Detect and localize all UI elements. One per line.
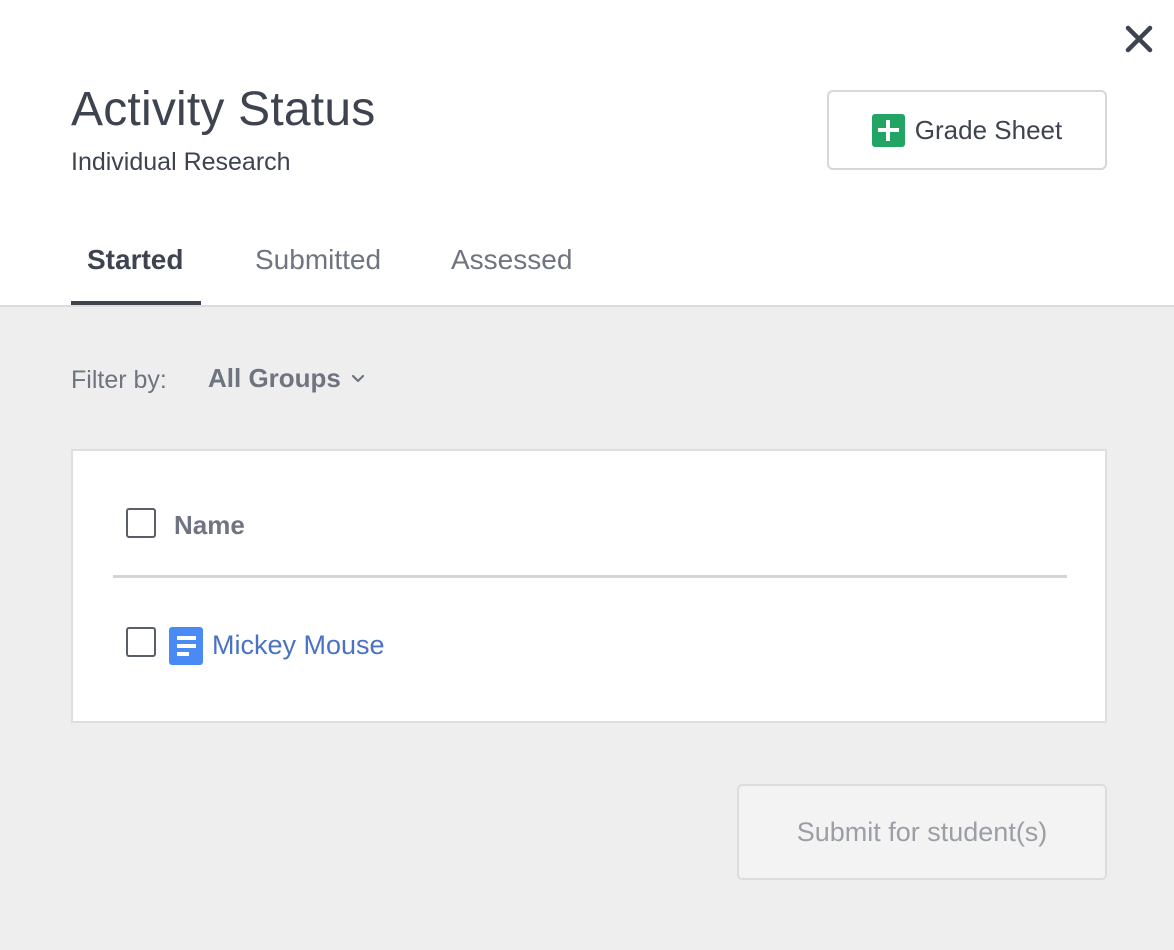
student-table: Name Mickey Mouse <box>71 449 1107 723</box>
tab-submitted[interactable]: Submitted <box>255 244 381 276</box>
select-all-checkbox[interactable] <box>126 508 156 538</box>
filter-label: Filter by: <box>71 366 167 394</box>
tab-started[interactable]: Started <box>87 244 183 276</box>
page-title: Activity Status <box>71 83 376 136</box>
content-area: Filter by: All Groups Name Mickey Mouse … <box>0 307 1174 950</box>
grade-sheet-label: Grade Sheet <box>914 114 1063 145</box>
submit-for-students-button[interactable]: Submit for student(s) <box>737 784 1107 880</box>
group-filter-dropdown[interactable]: All Groups <box>208 363 365 394</box>
header-divider <box>113 575 1067 578</box>
close-icon[interactable] <box>1122 22 1156 56</box>
student-name-link[interactable]: Mickey Mouse <box>212 630 385 661</box>
tab-assessed[interactable]: Assessed <box>451 244 572 276</box>
modal-header: Activity Status Individual Research Grad… <box>0 0 1174 307</box>
chevron-down-icon <box>351 374 365 382</box>
grade-sheet-icon <box>871 113 905 147</box>
filter-selected-value: All Groups <box>208 363 341 393</box>
document-icon[interactable] <box>169 627 203 665</box>
activity-subtitle: Individual Research <box>71 148 291 176</box>
row-checkbox[interactable] <box>126 627 156 657</box>
column-header-name: Name <box>174 510 245 540</box>
grade-sheet-button[interactable]: Grade Sheet <box>827 90 1107 170</box>
active-tab-indicator <box>71 301 201 305</box>
